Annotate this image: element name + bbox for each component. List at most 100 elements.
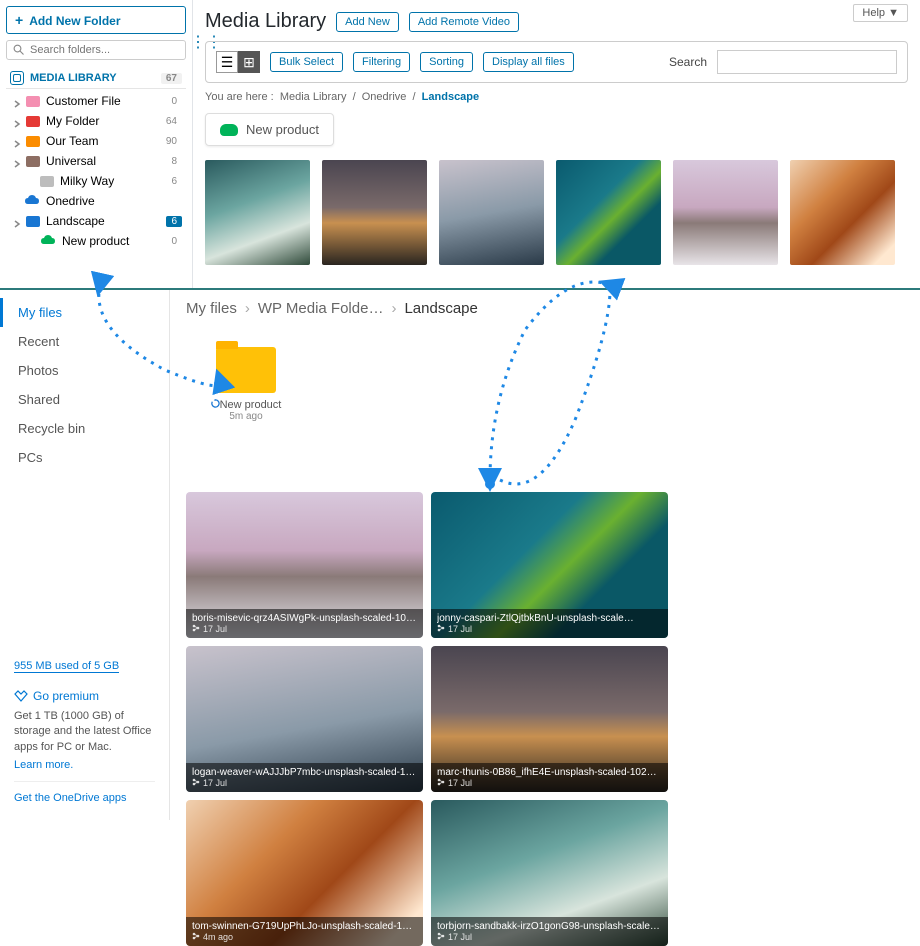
tree-item-count: 6	[166, 176, 182, 187]
crumb-wpmedia[interactable]: WP Media Folde…	[258, 300, 384, 317]
tree-item-label: Universal	[46, 154, 96, 168]
tree-item[interactable]: My Folder64	[6, 111, 186, 131]
onedrive-nav-item[interactable]: Shared	[0, 385, 169, 414]
onedrive-breadcrumb: My files›WP Media Folde…›Landscape	[186, 300, 904, 317]
cloud-icon	[40, 234, 56, 248]
chevron-right-icon	[14, 157, 22, 165]
premium-icon	[14, 690, 28, 702]
premium-desc: Get 1 TB (1000 GB) of storage and the la…	[14, 709, 155, 755]
storage-label[interactable]: 955 MB used of 5 GB	[14, 660, 119, 673]
crumb-active: Landscape	[422, 91, 479, 103]
onedrive-main: My files›WP Media Folde…›Landscape 0 New…	[170, 290, 920, 820]
folder-icon	[26, 116, 40, 127]
search-folders-input[interactable]	[6, 40, 186, 60]
media-main: Help ▼ Media Library Add New Add Remote …	[193, 0, 920, 288]
tree-item-count: 6	[166, 216, 182, 227]
help-button[interactable]: Help ▼	[853, 4, 908, 22]
tree-item[interactable]: Landscape6	[6, 211, 186, 231]
onedrive-nav-item[interactable]: Recent	[0, 327, 169, 356]
tree-item[interactable]: New product0	[6, 231, 186, 251]
tree-item-count: 0	[166, 96, 182, 107]
tree-item-label: Our Team	[46, 134, 98, 148]
folder-icon	[40, 176, 54, 187]
folder-icon	[26, 136, 40, 147]
view-grid-icon[interactable]: ⊞	[238, 51, 260, 73]
file-name: torbjorn-sandbakk-irzO1gonG98-unsplash-s…	[437, 921, 662, 932]
view-list-icon[interactable]: ☰	[216, 51, 238, 73]
onedrive-file-card[interactable]: torbjorn-sandbakk-irzO1gonG98-unsplash-s…	[431, 800, 668, 946]
learn-more-link[interactable]: Learn more.	[14, 759, 155, 771]
share-icon	[437, 778, 445, 786]
media-thumbnail[interactable]	[790, 160, 895, 265]
onedrive-folder-name: New product	[220, 399, 282, 411]
tree-item[interactable]: Universal8	[6, 151, 186, 171]
crumb-onedrive[interactable]: Onedrive	[362, 91, 407, 103]
cloud-icon	[24, 194, 40, 208]
library-count: 67	[161, 73, 182, 84]
media-thumbnail[interactable]	[439, 160, 544, 265]
file-name: tom-swinnen-G719UpPhLJo-unsplash-scaled-…	[192, 921, 417, 932]
search-icon	[13, 44, 25, 56]
search-folders-field[interactable]	[30, 44, 179, 56]
file-name: boris-misevic-qrz4ASIWgPk-unsplash-scale…	[192, 613, 417, 624]
sorting-button[interactable]: Sorting	[420, 52, 473, 72]
media-sidebar: Add New Folder MEDIA LIBRARY 67 Customer…	[0, 0, 193, 288]
filtering-button[interactable]: Filtering	[353, 52, 410, 72]
tree-item[interactable]: Milky Way 6	[6, 171, 186, 191]
onedrive-folder-item[interactable]: 0 New product 5m ago	[206, 347, 286, 422]
onedrive-file-card[interactable]: tom-swinnen-G719UpPhLJo-unsplash-scaled-…	[186, 800, 423, 946]
onedrive-folder-when: 5m ago	[206, 411, 286, 422]
file-date: 17 Jul	[437, 932, 662, 942]
bulk-select-button[interactable]: Bulk Select	[270, 52, 343, 72]
file-date: 4m ago	[192, 932, 417, 942]
add-new-folder-button[interactable]: Add New Folder	[6, 6, 186, 34]
crumb-media-library[interactable]: Media Library	[280, 91, 347, 103]
onedrive-file-card[interactable]: jonny-caspari-ZtlQjtbkBnU-unsplash-scale…	[431, 492, 668, 638]
get-apps-link[interactable]: Get the OneDrive apps	[14, 792, 127, 804]
file-date: 17 Jul	[437, 624, 662, 634]
crumb-myfiles[interactable]: My files	[186, 300, 237, 317]
media-thumbnail[interactable]	[673, 160, 778, 265]
add-remote-video-button[interactable]: Add Remote Video	[409, 12, 519, 32]
onedrive-nav-item[interactable]: Photos	[0, 356, 169, 385]
tree-item-label: Onedrive	[46, 194, 95, 208]
onedrive-nav-item[interactable]: PCs	[0, 443, 169, 472]
onedrive-nav-item[interactable]: My files	[0, 298, 169, 327]
onedrive-file-card[interactable]: boris-misevic-qrz4ASIWgPk-unsplash-scale…	[186, 492, 423, 638]
go-premium-link[interactable]: Go premium	[14, 689, 155, 703]
chevron-right-icon	[14, 137, 22, 145]
new-product-folder-card[interactable]: New product	[205, 113, 334, 146]
file-date: 17 Jul	[437, 778, 662, 788]
share-icon	[192, 778, 200, 786]
folder-tree: Customer File0My Folder64Our Team90Unive…	[6, 91, 186, 251]
onedrive-nav-item[interactable]: Recycle bin	[0, 414, 169, 443]
display-all-files-button[interactable]: Display all files	[483, 52, 574, 72]
file-date: 17 Jul	[192, 624, 417, 634]
tree-item[interactable]: Onedrive	[6, 191, 186, 211]
folder-icon	[26, 96, 40, 107]
folder-icon: 0	[216, 347, 276, 393]
chevron-right-icon	[14, 117, 22, 125]
onedrive-file-card[interactable]: logan-weaver-wAJJJbP7mbc-unsplash-scaled…	[186, 646, 423, 792]
share-icon	[192, 932, 200, 940]
media-thumbnail[interactable]	[322, 160, 427, 265]
onedrive-file-card[interactable]: marc-thunis-0B86_ifhE4E-unsplash-scaled-…	[431, 646, 668, 792]
media-thumbnail[interactable]	[205, 160, 310, 265]
share-icon	[437, 932, 445, 940]
tree-item[interactable]: Customer File 0	[6, 91, 186, 111]
share-icon	[437, 624, 445, 632]
media-thumbnail[interactable]	[556, 160, 661, 265]
file-date: 17 Jul	[192, 778, 417, 788]
chevron-right-icon	[14, 217, 22, 225]
library-icon	[10, 71, 24, 85]
tree-item-label: Milky Way	[60, 174, 114, 188]
add-new-button[interactable]: Add New	[336, 12, 399, 32]
file-name: jonny-caspari-ZtlQjtbkBnU-unsplash-scale…	[437, 613, 662, 624]
page-title: Media Library	[205, 10, 326, 33]
search-media-input[interactable]	[717, 50, 897, 74]
toolbar: ☰ ⊞ Bulk Select Filtering Sorting Displa…	[205, 41, 908, 83]
tree-item[interactable]: Our Team90	[6, 131, 186, 151]
file-name: logan-weaver-wAJJJbP7mbc-unsplash-scaled…	[192, 767, 417, 778]
media-library-heading: MEDIA LIBRARY	[30, 72, 117, 84]
tree-item-label: Customer File	[46, 94, 121, 108]
